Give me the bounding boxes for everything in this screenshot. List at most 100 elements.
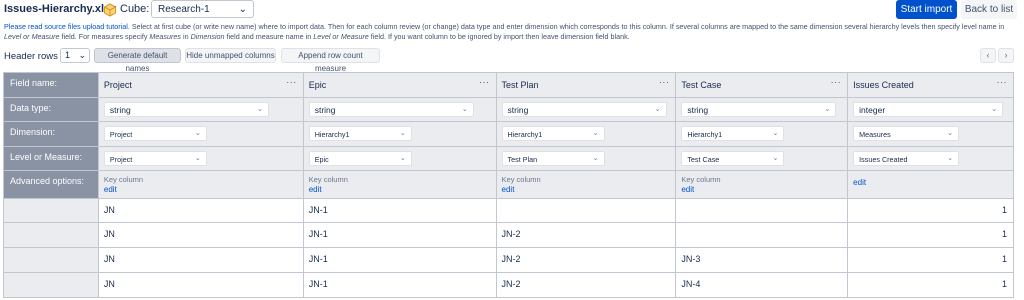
level-cell: Test Case ⌄ xyxy=(676,147,849,171)
data-type-select[interactable]: string ⌄ xyxy=(308,102,474,117)
dimension-select[interactable]: Hierarchy1 ⌄ xyxy=(681,126,785,141)
dimension-select[interactable]: Hierarchy1 ⌄ xyxy=(501,126,605,141)
more-icon[interactable]: ··· xyxy=(659,77,670,87)
column-header[interactable]: Issues Created ··· xyxy=(848,73,1014,98)
more-icon[interactable]: ··· xyxy=(479,77,490,87)
instructions-part-5: field. If you want column to be ignored … xyxy=(368,31,630,41)
table-cell: JN xyxy=(98,223,304,248)
advanced-label: Advanced options: xyxy=(4,171,99,199)
key-column-text: Key column xyxy=(501,175,541,184)
header-rows-value: 1 xyxy=(65,50,71,60)
column-name: Issues Created xyxy=(853,80,914,90)
append-row-count-button[interactable]: Append row count measure xyxy=(281,48,380,73)
field-name-row: Field name: Project ··· Epic ··· Test Plan… xyxy=(4,73,1014,98)
edit-link[interactable]: edit xyxy=(104,185,117,194)
table-row: JN JN-1 JN-2 JN-4 1 xyxy=(4,273,1015,298)
table-cell: JN-1 xyxy=(303,199,497,223)
chevron-down-icon: ⌄ xyxy=(257,106,263,113)
dimension-row: Dimension: Project ⌄ Hierarchy1 ⌄ Hierarch… xyxy=(4,122,1014,147)
table-cell: JN xyxy=(98,199,304,223)
level-value: Epic xyxy=(314,155,329,164)
chevron-down-icon: ⌄ xyxy=(238,4,247,15)
column-header[interactable]: Test Case ··· xyxy=(676,73,849,98)
table-cell: JN-2 xyxy=(496,273,677,298)
cube-select[interactable]: Research-1 ⌄ xyxy=(151,0,254,18)
table-cell: 1 xyxy=(848,199,1015,223)
table-cell xyxy=(676,223,849,248)
dimension-label: Dimension: xyxy=(4,122,99,147)
advanced-cell: Key column edit xyxy=(303,171,497,199)
column-header[interactable]: Epic ··· xyxy=(303,73,497,98)
edit-link[interactable]: edit xyxy=(681,185,694,194)
dimension-select[interactable]: Measures ⌄ xyxy=(853,126,960,141)
table-cell: 1 xyxy=(848,223,1015,248)
column-header[interactable]: Test Plan ··· xyxy=(496,73,677,98)
tutorial-link[interactable]: Please read source files upload tutorial xyxy=(4,22,128,31)
instructions-em-3: Dimension xyxy=(190,31,225,41)
data-type-value: string xyxy=(109,105,131,115)
dimension-value: Project xyxy=(109,130,133,139)
data-type-cell: string ⌄ xyxy=(496,98,677,122)
more-icon[interactable]: ··· xyxy=(286,77,297,87)
chevron-down-icon: ⌄ xyxy=(78,50,86,60)
chevron-left-icon[interactable]: ‹ xyxy=(980,48,996,63)
data-type-select[interactable]: integer ⌄ xyxy=(853,102,1004,117)
instructions-text: Please read source files upload tutorial… xyxy=(4,22,1020,41)
data-type-value: string xyxy=(507,105,529,115)
column-header[interactable]: Project ··· xyxy=(98,73,304,98)
mapping-grid: Field name: Project ··· Epic ··· Test Plan… xyxy=(3,72,1015,298)
table-cell: JN-4 xyxy=(676,273,849,298)
edit-link[interactable]: edit xyxy=(309,185,322,194)
chevron-right-icon[interactable]: › xyxy=(998,48,1014,63)
top-bar: Issues-Hierarchy.xlsx Cube: Research-1 ⌄… xyxy=(0,0,1024,20)
chevron-down-icon: ⌄ xyxy=(947,155,954,162)
dimension-select[interactable]: Hierarchy1 ⌄ xyxy=(308,126,412,141)
level-select[interactable]: Test Plan ⌄ xyxy=(501,151,605,166)
table-row: JN JN-1 1 xyxy=(4,199,1015,223)
instructions-part-1: . Select at first cube (or write new nam… xyxy=(127,22,1005,31)
dimension-value: Hierarchy1 xyxy=(314,130,350,139)
level-select[interactable]: Project ⌄ xyxy=(103,151,207,166)
back-to-list-button[interactable]: Back to list xyxy=(961,0,1017,19)
data-type-select[interactable]: string ⌄ xyxy=(103,102,269,117)
level-select[interactable]: Epic ⌄ xyxy=(308,151,412,166)
edit-link[interactable]: edit xyxy=(853,178,866,187)
data-type-select[interactable]: string ⌄ xyxy=(681,102,837,117)
table-cell: JN-1 xyxy=(303,273,497,298)
data-type-select[interactable]: string ⌄ xyxy=(501,102,667,117)
instructions-em-4: Level or Measure xyxy=(313,31,369,41)
table-cell: JN xyxy=(98,273,304,298)
generate-default-names-button[interactable]: Generate default names xyxy=(94,48,181,73)
instructions-em-1: Level or Measure xyxy=(4,31,60,41)
instructions-part-2: field. For measures specify xyxy=(59,31,150,41)
toolbar: Header rows 1 ⌄ Generate default names H… xyxy=(0,46,1024,73)
level-select[interactable]: Issues Created ⌄ xyxy=(853,151,960,166)
dimension-cell: Hierarchy1 ⌄ xyxy=(303,122,497,147)
dimension-select[interactable]: Project ⌄ xyxy=(103,126,207,141)
edit-link[interactable]: edit xyxy=(502,185,515,194)
file-title: Issues-Hierarchy.xlsx xyxy=(4,3,117,15)
chevron-down-icon: ⌄ xyxy=(947,130,954,137)
table-cell: JN-2 xyxy=(496,248,677,273)
header-rows-select[interactable]: 1 ⌄ xyxy=(60,48,90,63)
level-select[interactable]: Test Case ⌄ xyxy=(681,151,785,166)
dimension-cell: Hierarchy1 ⌄ xyxy=(676,122,849,147)
data-type-cell: string ⌄ xyxy=(98,98,304,122)
level-cell: Test Plan ⌄ xyxy=(496,147,677,171)
advanced-cell: Key column edit xyxy=(98,171,304,199)
chevron-down-icon: ⌄ xyxy=(592,155,599,162)
chevron-down-icon: ⌄ xyxy=(592,130,599,137)
chevron-down-icon: ⌄ xyxy=(195,155,201,162)
hide-unmapped-columns-button[interactable]: Hide unmapped columns xyxy=(185,48,276,63)
more-icon[interactable]: ··· xyxy=(997,77,1008,87)
start-import-button[interactable]: Start import xyxy=(896,0,957,19)
table-row: JN JN-1 JN-2 JN-3 1 xyxy=(4,248,1015,273)
instructions-part-4: field and measure name in xyxy=(224,31,314,41)
chevron-down-icon: ⌄ xyxy=(399,155,406,162)
level-value: Test Plan xyxy=(507,155,538,164)
level-value: Test Case xyxy=(687,155,720,164)
chevron-down-icon: ⌄ xyxy=(772,155,779,162)
level-value: Project xyxy=(109,155,133,164)
advanced-cell: Key column edit xyxy=(496,171,677,199)
more-icon[interactable]: ··· xyxy=(831,77,842,87)
